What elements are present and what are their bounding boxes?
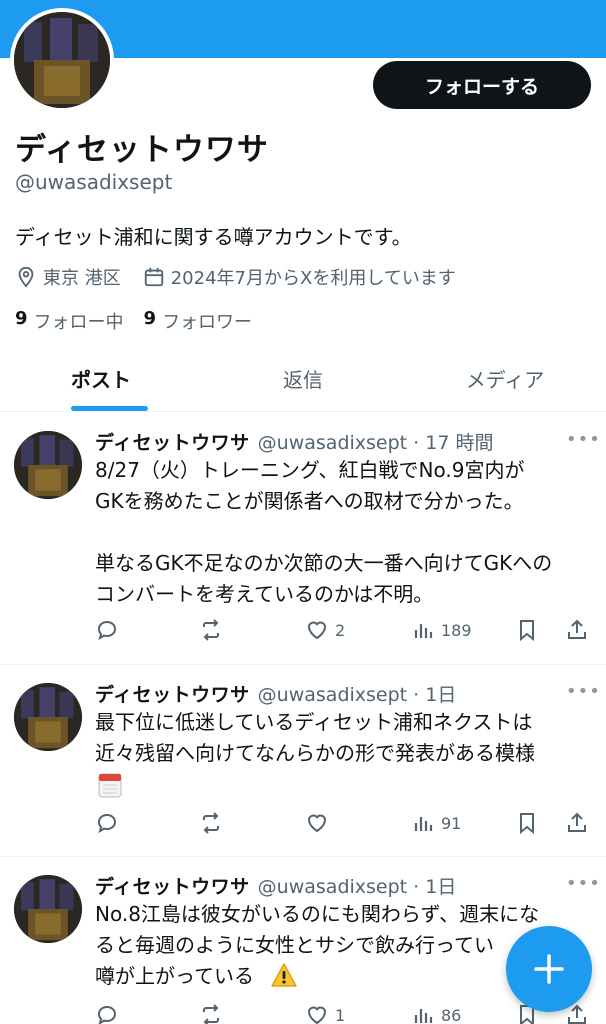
post-author-meta: @uwasadixsept · 1日 bbox=[257, 876, 457, 898]
views-button[interactable]: 91 bbox=[411, 808, 461, 838]
like-button[interactable]: 1 bbox=[305, 1000, 345, 1024]
share-icon bbox=[568, 619, 586, 639]
joined-text: 2024年7月からXを利用しています bbox=[170, 268, 456, 289]
following-link[interactable]: 9 フォロー中 bbox=[15, 308, 124, 334]
repost-button[interactable] bbox=[199, 615, 229, 645]
post-actions: 2 189 bbox=[95, 615, 590, 645]
calendar-icon bbox=[144, 267, 163, 287]
heart-icon bbox=[307, 814, 327, 833]
views-icon bbox=[414, 1009, 433, 1023]
post-item[interactable]: ディセットウワサ @uwasadixsept · 17 時間 ••• 8/27（… bbox=[0, 413, 606, 665]
following-count: 9 bbox=[15, 308, 28, 329]
reply-button[interactable] bbox=[95, 615, 125, 645]
profile-display-name: ディセットウワサ bbox=[15, 132, 269, 168]
tab-replies[interactable]: 返信 bbox=[202, 346, 404, 411]
post-author-name[interactable]: ディセットウワサ bbox=[95, 872, 250, 899]
repost-icon bbox=[203, 619, 219, 641]
compose-icon bbox=[534, 954, 564, 984]
warning-emoji-icon bbox=[271, 963, 297, 987]
bookmark-icon bbox=[520, 813, 534, 835]
avatar-image bbox=[14, 875, 82, 943]
profile-handle: @uwasadixsept bbox=[15, 170, 173, 194]
post-item[interactable]: ディセットウワサ @uwasadixsept · 1日 ••• 最下位に低迷して… bbox=[0, 665, 606, 857]
avatar-image bbox=[14, 683, 82, 751]
profile-joined: 2024年7月からXを利用しています bbox=[143, 264, 456, 290]
share-icon bbox=[568, 812, 586, 832]
post-text: 8/27（火）トレーニング、紅白戦でNo.9宮内が GKを務めたことが関係者への… bbox=[95, 458, 553, 606]
views-button[interactable]: 189 bbox=[411, 615, 472, 645]
compose-button[interactable] bbox=[506, 926, 592, 1012]
post-actions: 91 bbox=[95, 808, 590, 838]
tab-posts[interactable]: ポスト bbox=[0, 346, 202, 411]
more-icon[interactable]: ••• bbox=[566, 681, 601, 702]
location-text: 東京 港区 bbox=[43, 268, 121, 289]
post-author-meta: @uwasadixsept · 17 時間 bbox=[257, 432, 494, 454]
heart-icon bbox=[307, 1006, 327, 1024]
repost-icon bbox=[203, 812, 219, 834]
like-count: 2 bbox=[335, 620, 346, 640]
repost-icon bbox=[203, 1004, 219, 1024]
profile-avatar[interactable] bbox=[10, 8, 114, 112]
avatar-image bbox=[14, 431, 82, 499]
reply-button[interactable] bbox=[95, 1000, 125, 1024]
avatar-image bbox=[14, 12, 110, 108]
following-label: フォロー中 bbox=[33, 312, 124, 333]
location-icon bbox=[18, 266, 34, 288]
views-icon bbox=[414, 817, 433, 831]
profile-tabs: ポスト 返信 メディア bbox=[0, 346, 606, 412]
like-count: 1 bbox=[335, 1005, 346, 1024]
post-header: ディセットウワサ @uwasadixsept · 1日 bbox=[95, 680, 456, 707]
post-avatar[interactable] bbox=[14, 683, 82, 751]
active-tab-indicator bbox=[71, 406, 148, 411]
profile-bio: ディセット浦和に関する噂アカウントです。 bbox=[15, 225, 412, 249]
reply-button[interactable] bbox=[95, 808, 125, 838]
heart-icon bbox=[307, 621, 327, 640]
reply-icon bbox=[97, 813, 117, 834]
share-button[interactable] bbox=[565, 808, 595, 838]
views-button[interactable]: 86 bbox=[411, 1000, 461, 1024]
reply-icon bbox=[97, 620, 117, 641]
like-button[interactable]: 2 bbox=[305, 615, 345, 645]
profile-meta: 東京 港区 2024年7月からXを利用しています bbox=[15, 264, 478, 290]
bookmark-button[interactable] bbox=[515, 808, 545, 838]
calendar-emoji-icon bbox=[98, 773, 122, 798]
profile-stats: 9 フォロー中 9 フォロワー bbox=[15, 308, 272, 334]
views-icon bbox=[414, 624, 433, 638]
view-count: 189 bbox=[441, 620, 472, 640]
reply-icon bbox=[97, 1005, 117, 1024]
bookmark-button[interactable] bbox=[515, 615, 545, 645]
follow-button[interactable]: フォローする bbox=[373, 61, 591, 109]
view-count: 91 bbox=[441, 813, 462, 833]
repost-button[interactable] bbox=[199, 808, 229, 838]
like-button[interactable] bbox=[305, 808, 335, 838]
share-button[interactable] bbox=[565, 615, 595, 645]
followers-count: 9 bbox=[143, 308, 157, 329]
post-author-name[interactable]: ディセットウワサ bbox=[95, 428, 250, 455]
post-actions: 1 86 bbox=[95, 1000, 590, 1024]
post-header: ディセットウワサ @uwasadixsept · 1日 bbox=[95, 872, 456, 899]
more-icon[interactable]: ••• bbox=[566, 429, 601, 450]
followers-label: フォロワー bbox=[162, 312, 253, 333]
view-count: 86 bbox=[441, 1005, 462, 1024]
post-author-name[interactable]: ディセットウワサ bbox=[95, 680, 250, 707]
post-author-meta: @uwasadixsept · 1日 bbox=[257, 684, 457, 706]
profile-location: 東京 港区 bbox=[15, 264, 121, 290]
post-header: ディセットウワサ @uwasadixsept · 17 時間 bbox=[95, 428, 493, 455]
post-avatar[interactable] bbox=[14, 431, 82, 499]
more-icon[interactable]: ••• bbox=[566, 873, 601, 894]
tab-media[interactable]: メディア bbox=[404, 346, 606, 411]
followers-link[interactable]: 9 フォロワー bbox=[144, 308, 253, 334]
post-text: 最下位に低迷しているディセット浦和ネクストは 近々残留へ向けてなんらかの形で発表… bbox=[95, 710, 535, 765]
bookmark-icon bbox=[520, 620, 534, 642]
post-avatar[interactable] bbox=[14, 875, 82, 943]
repost-button[interactable] bbox=[199, 1000, 229, 1024]
